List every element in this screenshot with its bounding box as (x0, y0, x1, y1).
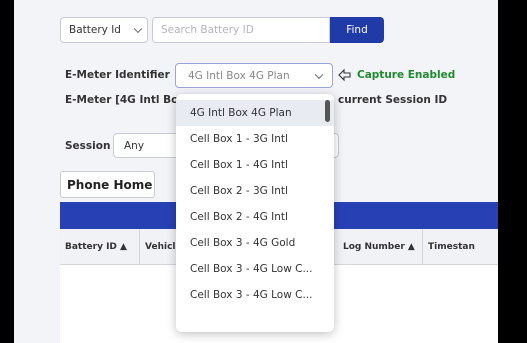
search-placeholder: Search Battery ID (161, 24, 254, 36)
emeter-identifier-select[interactable]: 4G Intl Box 4G Plan (175, 63, 333, 88)
session-label: Session (65, 140, 111, 152)
col-log-number[interactable]: Log Number ▲ (338, 229, 423, 265)
dropdown-option[interactable]: 4G Intl Box 4G Plan (176, 100, 334, 126)
col-timestamp[interactable]: Timestan (423, 229, 498, 265)
phone-home-label: Phone Home (67, 177, 153, 192)
session-value: Any (124, 139, 145, 152)
dropdown-option[interactable]: Cell Box 3 - 4G Low C... (176, 256, 334, 282)
dropdown-scrollbar[interactable] (325, 100, 330, 122)
emeter-dropdown-list: 4G Intl Box 4G Plan Cell Box 1 - 3G Intl… (176, 94, 334, 332)
phone-home-button[interactable]: Phone Home (60, 171, 155, 198)
dropdown-option[interactable]: Cell Box 3 - 4G Low C... (176, 282, 334, 308)
search-input[interactable]: Search Battery ID (152, 17, 330, 43)
capture-arrow-icon (338, 66, 352, 84)
screen: Battery Id Search Battery ID Find E-Mete… (0, 0, 527, 343)
emeter-line-start: E-Meter [4G Intl Bo (65, 94, 179, 106)
capture-status: Capture Enabled (357, 69, 456, 81)
chevron-down-icon (133, 24, 143, 34)
chevron-down-icon (314, 70, 324, 79)
dropdown-option[interactable]: Cell Box 1 - 4G Intl (176, 152, 334, 178)
dropdown-option[interactable]: Cell Box 2 - 3G Intl (176, 178, 334, 204)
col-battery-id[interactable]: Battery ID ▲ (60, 229, 140, 265)
emeter-selected-value: 4G Intl Box 4G Plan (188, 69, 290, 82)
dropdown-option[interactable]: Cell Box 2 - 4G Intl (176, 204, 334, 230)
dropdown-option[interactable]: Cell Box 3 - 4G Gold (176, 230, 334, 256)
find-button-label: Find (346, 24, 368, 36)
col-vehicle[interactable]: Vehicl (140, 229, 180, 265)
search-type-value: Battery Id (69, 24, 121, 36)
emeter-line-end: current Session ID (338, 94, 448, 106)
emeter-identifier-label: E-Meter Identifier (65, 69, 170, 81)
find-button[interactable]: Find (330, 17, 384, 43)
dropdown-option[interactable]: Cell Box 1 - 3G Intl (176, 126, 334, 152)
search-type-select[interactable]: Battery Id (60, 17, 148, 43)
